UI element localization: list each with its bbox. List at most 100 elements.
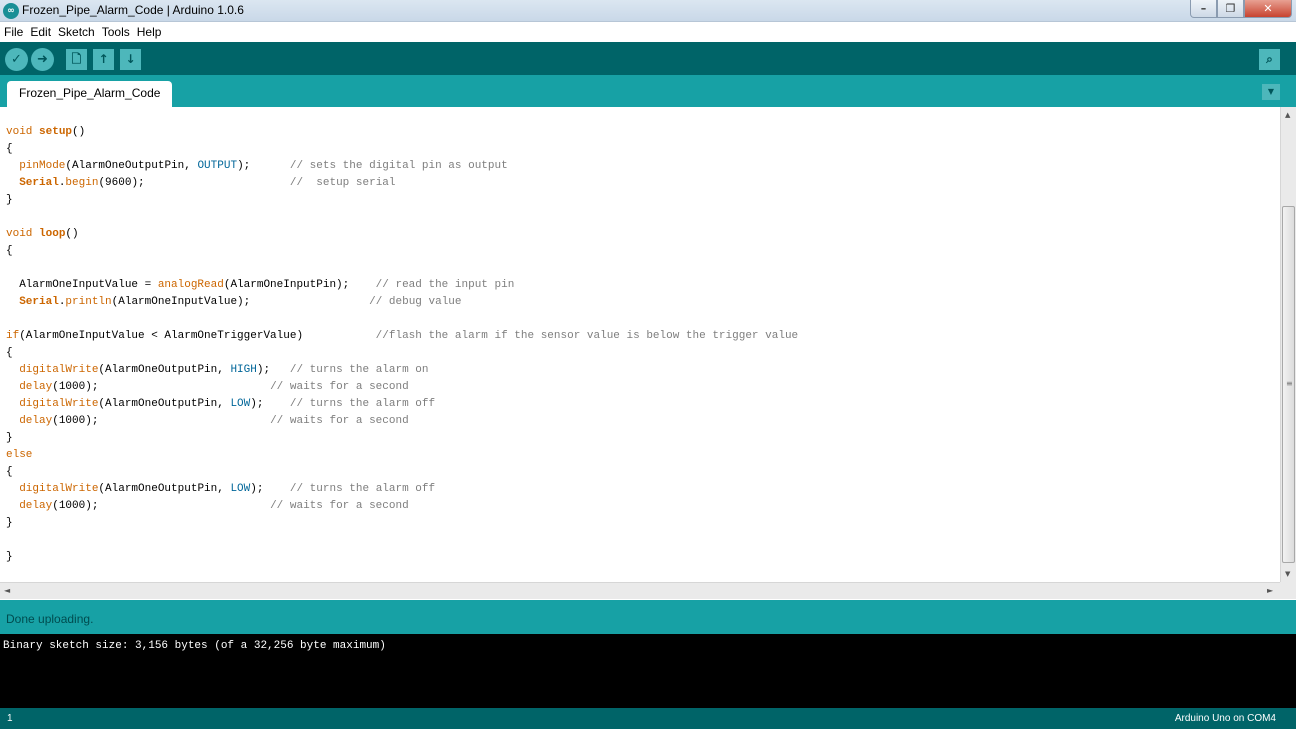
code-token: (AlarmOneOutputPin, [98, 364, 231, 376]
save-button[interactable]: ↓ [120, 49, 141, 70]
scroll-up-icon[interactable]: ▲ [1285, 111, 1290, 119]
code-line[interactable]: } [6, 192, 798, 209]
code-line[interactable]: Serial.begin(9600); // setup serial [6, 175, 798, 192]
console-output: Binary sketch size: 3,156 bytes (of a 32… [0, 634, 1296, 708]
code-area[interactable]: void setup() { pinMode(AlarmOneOutputPin,… [6, 124, 798, 566]
horizontal-scrollbar[interactable]: ◄ ► [0, 582, 1280, 599]
code-token: // waits for a second [270, 415, 409, 427]
menu-help[interactable]: Help [137, 25, 162, 39]
arrow-up-icon: ↑ [98, 52, 109, 66]
open-button[interactable]: ↑ [93, 49, 114, 70]
title-bar: ∞ Frozen_Pipe_Alarm_Code | Arduino 1.0.6… [0, 0, 1296, 22]
code-token: OUTPUT [197, 160, 238, 172]
chevron-down-icon: ▼ [1267, 87, 1275, 96]
code-editor[interactable]: void setup() { pinMode(AlarmOneOutputPin,… [0, 107, 1280, 582]
code-line[interactable]: delay(1000); // waits for a second [6, 413, 798, 430]
code-token: // turns the alarm off [289, 483, 436, 495]
code-token: void [6, 228, 40, 240]
vertical-scrollbar[interactable]: ▲ ≡ ▼ [1280, 107, 1296, 582]
scroll-left-icon[interactable]: ◄ [4, 586, 10, 595]
code-token: analogRead [157, 279, 224, 291]
status-message: Done uploading. [6, 612, 94, 626]
code-line[interactable]: { [6, 141, 798, 158]
code-token: (1000); [52, 415, 271, 427]
code-line[interactable] [6, 260, 798, 277]
code-token: loop [39, 228, 66, 240]
menu-file[interactable]: File [4, 25, 23, 39]
upload-button[interactable]: ➜ [31, 48, 54, 71]
code-token: if [6, 330, 20, 342]
code-token: (AlarmOneInputValue); [111, 296, 370, 308]
code-token: (AlarmOneInputPin); [223, 279, 376, 291]
arrow-right-icon: ➜ [37, 52, 48, 67]
code-token: ); [237, 160, 290, 172]
scroll-down-icon[interactable]: ▼ [1285, 570, 1290, 578]
code-line[interactable]: if(AlarmOneInputValue < AlarmOneTriggerV… [6, 328, 798, 345]
code-line[interactable] [6, 311, 798, 328]
code-line[interactable]: pinMode(AlarmOneOutputPin, OUTPUT); // s… [6, 158, 798, 175]
code-line[interactable]: digitalWrite(AlarmOneOutputPin, LOW); //… [6, 481, 798, 498]
code-line[interactable]: { [6, 243, 798, 260]
footer-bar: 1 Arduino Uno on COM4 [0, 708, 1296, 729]
code-line[interactable]: delay(1000); // waits for a second [6, 498, 798, 515]
check-icon: ✓ [11, 52, 22, 67]
code-token: (1000); [52, 500, 271, 512]
code-token: { [6, 143, 13, 155]
tab-sketch[interactable]: Frozen_Pipe_Alarm_Code [7, 81, 173, 107]
code-line[interactable]: delay(1000); // waits for a second [6, 379, 798, 396]
menu-sketch[interactable]: Sketch [58, 25, 95, 39]
status-bar: Done uploading. [0, 600, 1296, 634]
close-button[interactable]: ✕ [1244, 0, 1292, 18]
code-token: // read the input pin [375, 279, 515, 291]
menu-edit[interactable]: Edit [30, 25, 51, 39]
code-token: delay [19, 381, 53, 393]
code-token: AlarmOneInputValue = [6, 279, 158, 291]
code-token: (AlarmOneOutputPin, [65, 160, 198, 172]
code-line[interactable]: void setup() [6, 124, 798, 141]
code-token: digitalWrite [19, 483, 99, 495]
code-line[interactable]: { [6, 464, 798, 481]
code-token: ); [256, 364, 290, 376]
code-token: // sets the digital pin as output [289, 160, 508, 172]
code-token: (AlarmOneInputValue < AlarmOneTriggerVal… [19, 330, 376, 342]
code-line[interactable] [6, 532, 798, 549]
code-token: } [6, 432, 13, 444]
code-line[interactable]: digitalWrite(AlarmOneOutputPin, LOW); //… [6, 396, 798, 413]
magnifier-icon: ⌕ [1266, 52, 1273, 66]
code-line[interactable]: AlarmOneInputValue = analogRead(AlarmOne… [6, 277, 798, 294]
menu-tools[interactable]: Tools [102, 25, 130, 39]
menu-bar: File Edit Sketch Tools Help [0, 22, 1296, 42]
tab-menu-button[interactable]: ▼ [1262, 84, 1280, 100]
vertical-scroll-thumb[interactable]: ≡ [1282, 206, 1295, 563]
code-token: // debug value [369, 296, 462, 308]
code-line[interactable]: Serial.println(AlarmOneInputValue); // d… [6, 294, 798, 311]
code-line[interactable]: { [6, 345, 798, 362]
code-line[interactable]: void loop() [6, 226, 798, 243]
grip-icon: ≡ [1286, 379, 1293, 388]
maximize-button[interactable]: ❐ [1217, 0, 1244, 18]
arrow-down-icon: ↓ [125, 52, 136, 66]
code-line[interactable]: } [6, 430, 798, 447]
code-token: // turns the alarm off [289, 398, 436, 410]
board-info: Arduino Uno on COM4 [1174, 713, 1276, 724]
code-line[interactable] [6, 209, 798, 226]
new-button[interactable]: 🗋 [66, 49, 87, 70]
verify-button[interactable]: ✓ [5, 48, 28, 71]
code-token: digitalWrite [19, 364, 99, 376]
code-token: setup [39, 126, 73, 138]
minimize-button[interactable]: – [1190, 0, 1217, 18]
code-line[interactable]: else [6, 447, 798, 464]
code-line[interactable]: } [6, 549, 798, 566]
code-line[interactable]: digitalWrite(AlarmOneOutputPin, HIGH); /… [6, 362, 798, 379]
code-line[interactable]: } [6, 515, 798, 532]
scroll-right-icon[interactable]: ► [1267, 586, 1273, 595]
serial-monitor-button[interactable]: ⌕ [1259, 49, 1280, 70]
code-token: (AlarmOneOutputPin, [98, 398, 231, 410]
